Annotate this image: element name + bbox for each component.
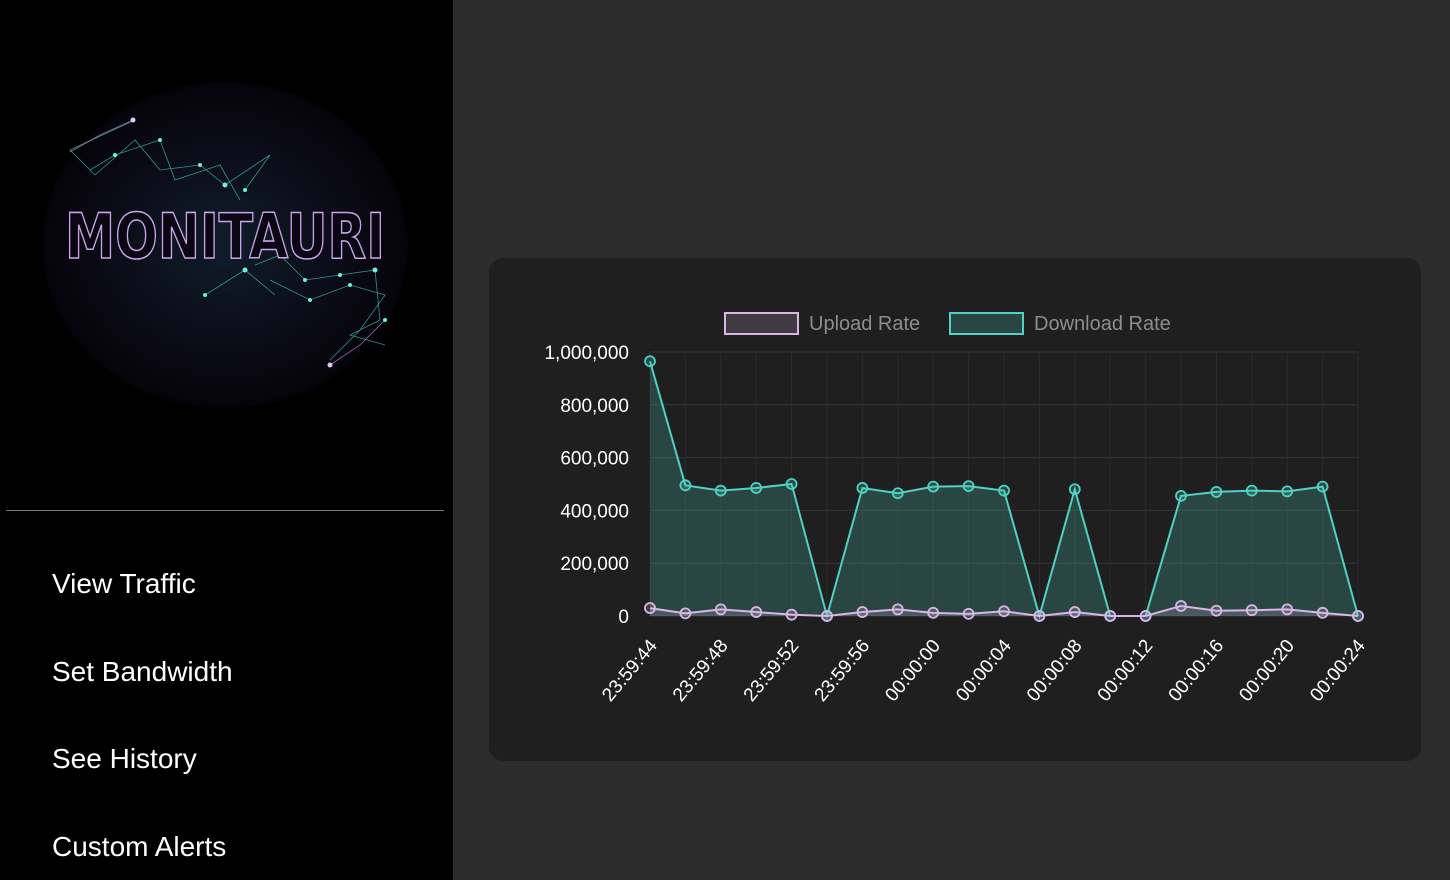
- download-point: [856, 482, 869, 494]
- sidebar-divider: [6, 510, 444, 511]
- upload-point: [856, 606, 869, 618]
- nav-custom-alerts[interactable]: Custom Alerts: [52, 831, 226, 863]
- x-tick-label: 00:00:20: [1235, 636, 1299, 706]
- download-point: [1068, 483, 1081, 496]
- y-tick-label: 600,000: [560, 449, 629, 470]
- upload-point: [1104, 610, 1117, 622]
- nav-set-bandwidth[interactable]: Set Bandwidth: [52, 656, 233, 688]
- nav-view-traffic[interactable]: View Traffic: [52, 568, 196, 600]
- download-point: [714, 484, 727, 497]
- x-tick-label: 23:59:48: [669, 636, 733, 706]
- x-tick-label: 00:00:08: [1023, 636, 1087, 706]
- x-tick-label: 00:00:00: [881, 636, 945, 706]
- upload-point: [1139, 610, 1152, 622]
- y-tick-label: 800,000: [560, 396, 629, 417]
- upload-point: [1281, 603, 1294, 616]
- legend-label-download: Download Rate: [1034, 313, 1171, 335]
- upload-point: [891, 603, 904, 616]
- download-point: [998, 484, 1010, 497]
- legend-swatch-download: [949, 312, 1024, 335]
- upload-point: [1175, 600, 1187, 612]
- y-tick-label: 200,000: [560, 554, 629, 575]
- download-point: [1316, 480, 1329, 493]
- download-point: [1210, 486, 1223, 498]
- download-point: [644, 355, 656, 368]
- download-point: [1245, 484, 1258, 497]
- traffic-chart-card: 0 200,000 400,000 600,000 800,000 1,000,000 23…: [489, 258, 1421, 761]
- download-point: [785, 478, 798, 490]
- upload-point: [644, 602, 656, 614]
- monitauri-logo: MONITAURI: [42, 82, 408, 408]
- download-point: [750, 482, 763, 494]
- download-point: [679, 479, 692, 492]
- x-tick-label: 00:00:04: [952, 635, 1016, 705]
- legend-swatch-upload: [724, 312, 799, 335]
- x-tick-label: 00:00:24: [1306, 635, 1370, 705]
- x-tick-label: 00:00:12: [1094, 636, 1158, 706]
- download-point: [891, 487, 904, 500]
- upload-point: [785, 608, 798, 621]
- legend-label-upload: Upload Rate: [809, 313, 920, 335]
- upload-point: [679, 607, 692, 620]
- x-tick-label: 00:00:16: [1165, 636, 1229, 706]
- upload-point: [1352, 610, 1364, 622]
- traffic-chart: 0 200,000 400,000 600,000 800,000 1,000,000 23…: [544, 312, 1370, 706]
- upload-point: [998, 605, 1010, 618]
- download-point: [927, 480, 940, 493]
- download-point: [1175, 489, 1187, 502]
- upload-point: [1033, 610, 1046, 622]
- download-point: [962, 480, 975, 493]
- upload-point: [750, 606, 763, 618]
- nav-see-history[interactable]: See History: [52, 743, 197, 775]
- x-tick-label: 23:59:56: [811, 636, 875, 706]
- logo-wordmark: MONITAURI: [65, 200, 385, 273]
- y-tick-label: 0: [618, 607, 629, 628]
- download-point: [1281, 485, 1294, 498]
- y-tick-label: 1,000,000: [544, 343, 629, 364]
- upload-point: [1068, 606, 1081, 618]
- upload-point: [1245, 604, 1258, 617]
- sidebar: MONITAURI View Traffic Set Bandwidth See…: [0, 0, 453, 880]
- x-tick-label: 23:59:52: [740, 636, 804, 706]
- upload-point: [1210, 604, 1223, 617]
- upload-point: [1316, 606, 1329, 619]
- upload-point: [927, 606, 940, 619]
- y-tick-label: 400,000: [560, 501, 629, 522]
- upload-point: [821, 610, 833, 622]
- upload-point: [714, 603, 727, 616]
- upload-point: [962, 607, 975, 620]
- x-tick-label: 23:59:44: [598, 635, 662, 705]
